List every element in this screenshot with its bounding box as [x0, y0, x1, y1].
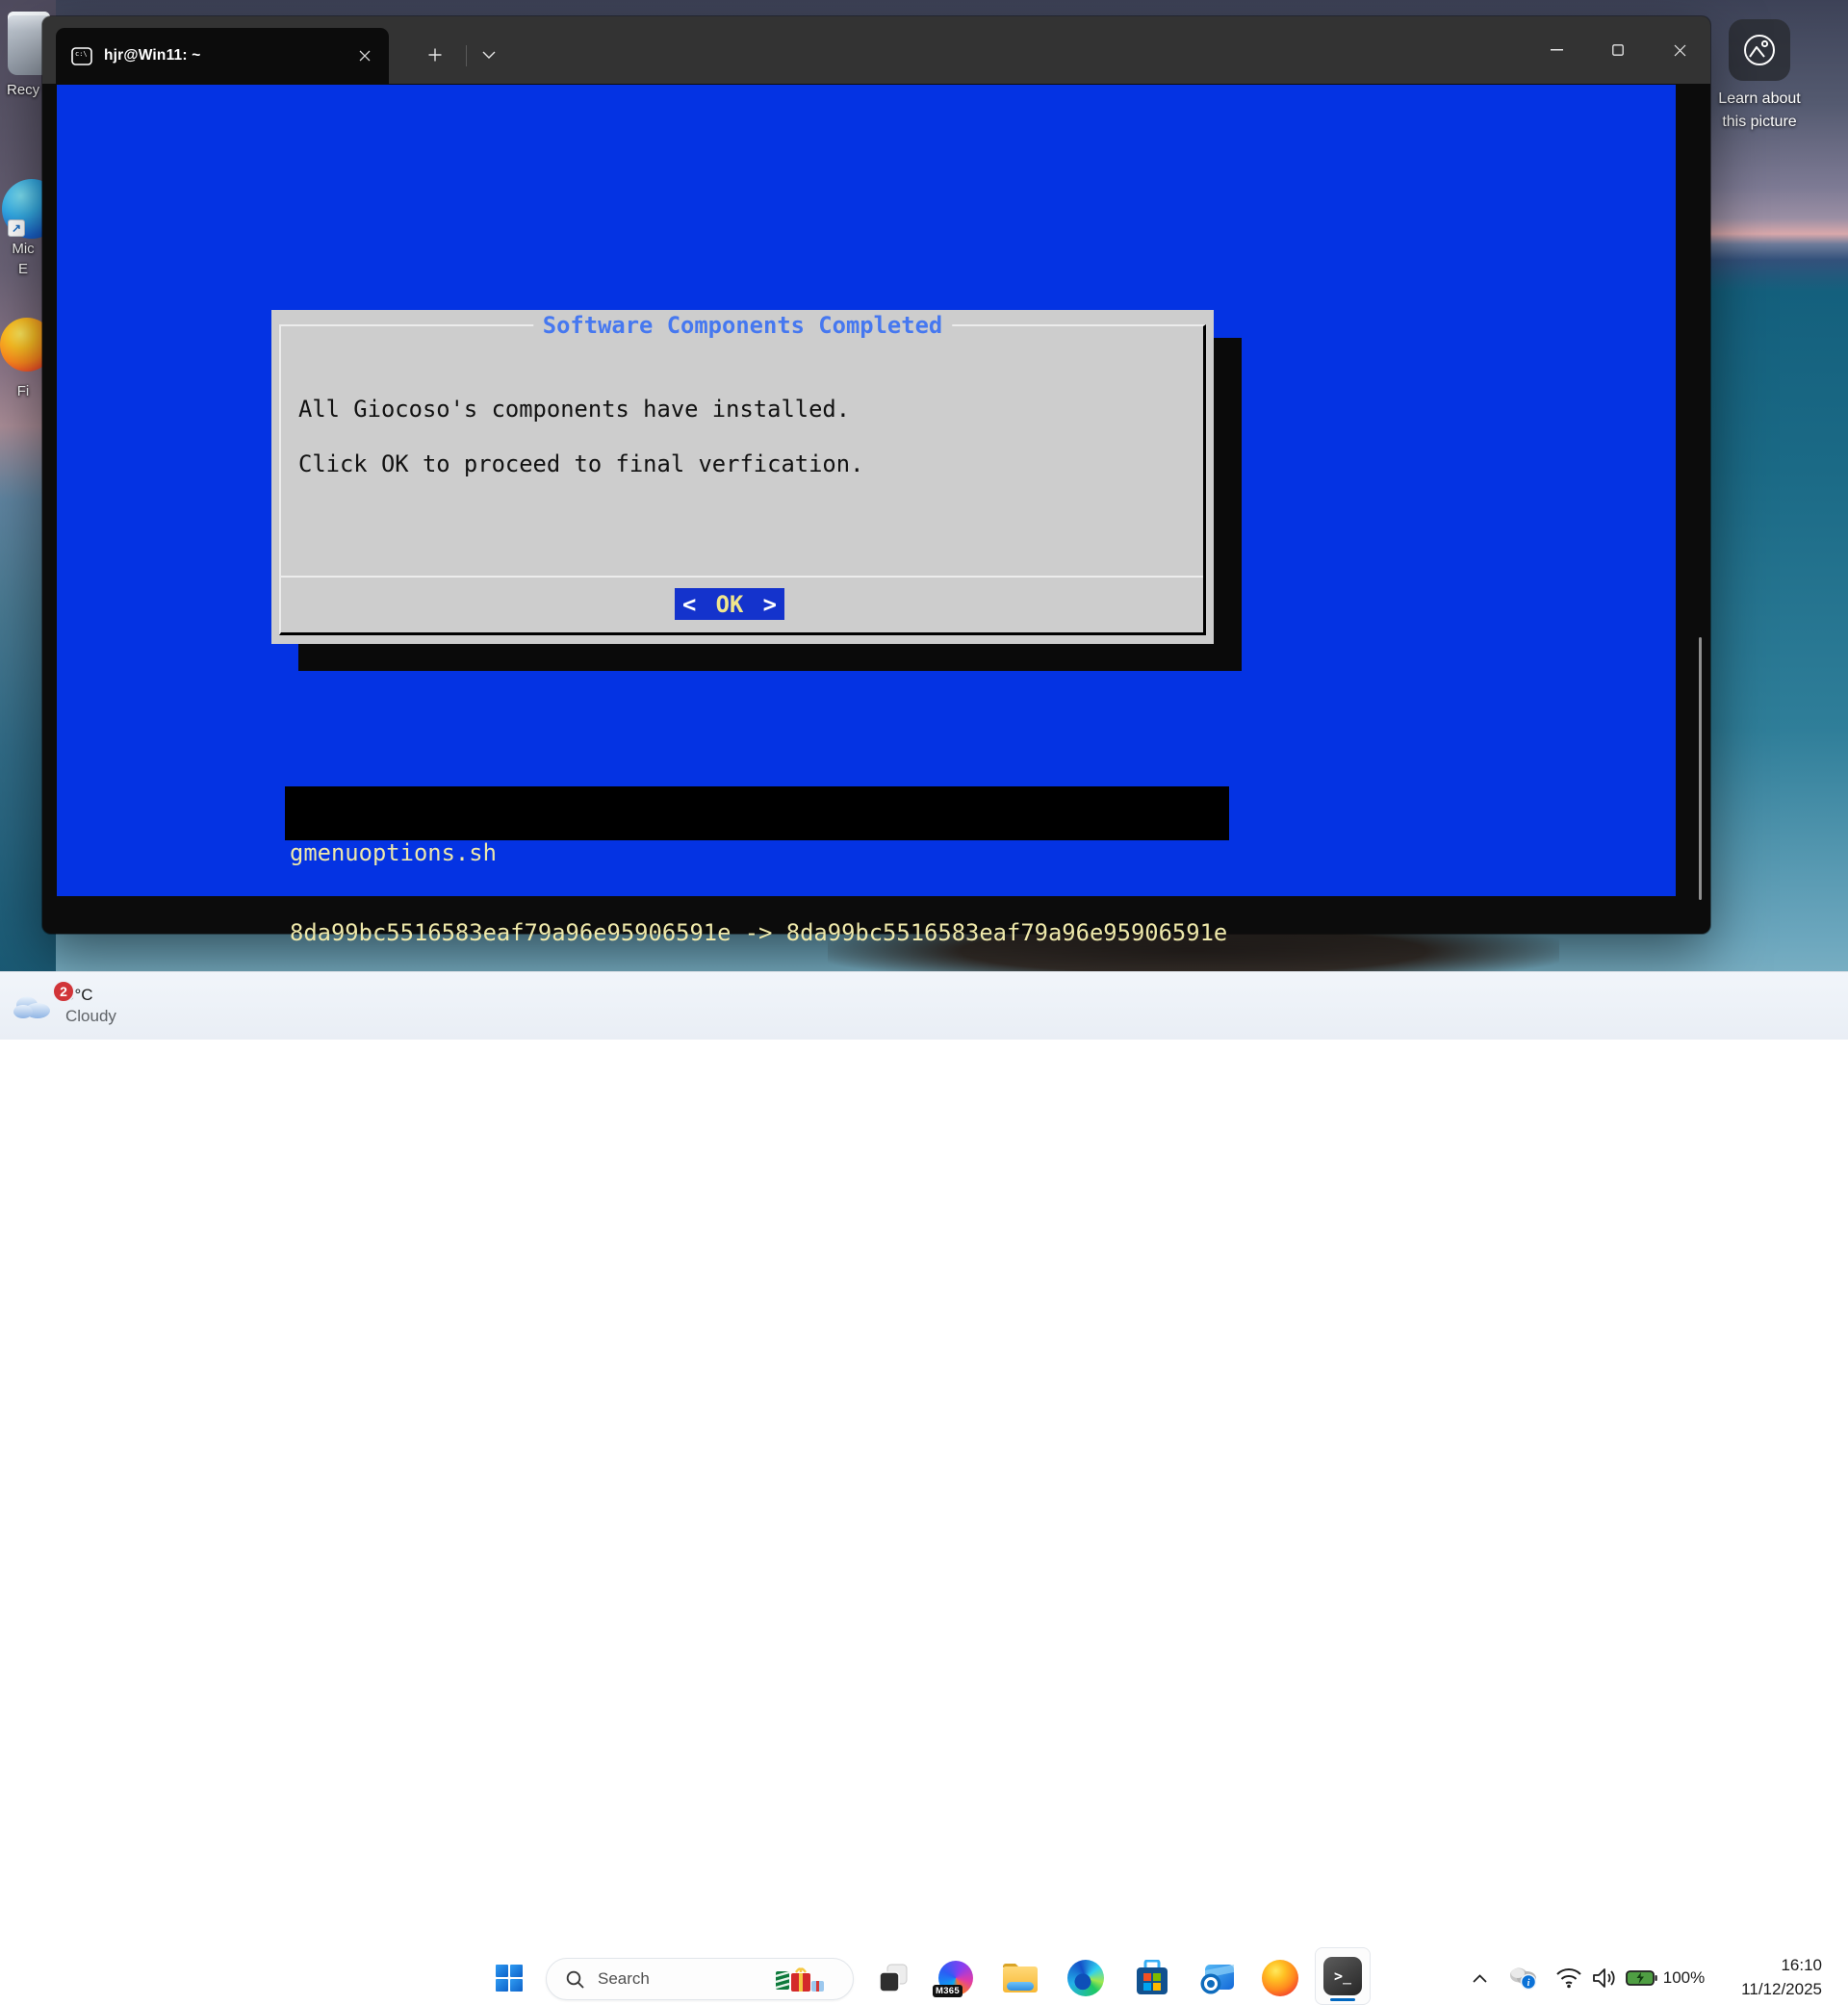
task-view-button[interactable] — [874, 1959, 912, 1997]
minimize-button[interactable] — [1526, 16, 1587, 84]
outlook-button[interactable] — [1198, 1959, 1237, 1997]
search-box[interactable] — [546, 1958, 854, 2000]
weather-condition: Cloudy — [65, 1006, 116, 1027]
learn-about-line1: Learn about — [1692, 90, 1827, 108]
search-icon — [566, 1970, 584, 1989]
onedrive-tray-button[interactable]: i — [1503, 1961, 1542, 1995]
tab-dropdown-button[interactable] — [472, 38, 506, 72]
dialog-title: Software Components Completed — [533, 313, 952, 338]
ok-button[interactable]: < OK > — [675, 588, 784, 620]
terminal-taskbar-button[interactable]: >_ — [1315, 1947, 1371, 2005]
minimize-icon — [1551, 49, 1563, 51]
ok-label: OK — [716, 591, 744, 618]
svg-text:i: i — [1527, 1978, 1530, 1989]
learn-about-line2: this picture — [1692, 114, 1827, 131]
svg-text:c:\: c:\ — [75, 50, 88, 58]
edge-label-line1: Mic — [4, 241, 42, 257]
whiptail-dialog: Software Components Completed All Giocos… — [271, 310, 1214, 644]
tray-overflow-button[interactable] — [1465, 1961, 1494, 1995]
volume-tray-button[interactable] — [1588, 1961, 1621, 1995]
maximize-button[interactable] — [1587, 16, 1649, 84]
battery-percentage: 100% — [1663, 1968, 1705, 1988]
task-view-icon — [879, 1964, 908, 1992]
edge-button[interactable] — [1066, 1959, 1105, 1997]
image-icon — [1742, 33, 1777, 67]
terminal-screen: Software Components Completed All Giocos… — [57, 85, 1676, 896]
maximize-icon — [1612, 44, 1624, 56]
copilot-m365-button[interactable]: M365 — [937, 1959, 975, 1997]
terminal-tab-bar: c:\ hjr@Win11: ~ — [42, 16, 1710, 84]
close-icon — [1674, 44, 1686, 57]
new-tab-button[interactable] — [418, 38, 452, 72]
terminal-tab[interactable]: c:\ hjr@Win11: ~ — [56, 28, 389, 84]
microsoft-store-icon — [1135, 1960, 1169, 1996]
firefox-button[interactable] — [1261, 1959, 1299, 1997]
window-caption-buttons — [1526, 16, 1710, 84]
wifi-icon — [1555, 1967, 1582, 1989]
shortcut-arrow-icon: ↗ — [8, 219, 25, 237]
notification-badge: 2 — [52, 980, 75, 1003]
log-line-1: gmenuoptions.sh — [290, 840, 1229, 867]
clock-widget[interactable]: 16:10 11/12/2025 — [1741, 1953, 1822, 2001]
outlook-icon — [1199, 1961, 1236, 1995]
tab-bar-divider — [466, 45, 467, 66]
tab-title: hjr@Win11: ~ — [104, 47, 341, 64]
wifi-tray-button[interactable] — [1552, 1961, 1586, 1995]
terminal-window: c:\ hjr@Win11: ~ — [42, 16, 1710, 934]
plus-icon — [428, 48, 442, 62]
taskbar: 2 9°C Cloudy — [0, 971, 1848, 1040]
log-line-2: 8da99bc5516583eaf79a96e95906591e -> 8da9… — [290, 920, 1229, 947]
start-button[interactable] — [490, 1959, 528, 1997]
cmd-icon: c:\ — [71, 47, 92, 65]
file-explorer-icon — [1002, 1963, 1039, 1993]
recycle-bin-label: Recy — [7, 82, 39, 98]
tab-close-button[interactable] — [352, 43, 377, 68]
weather-widget[interactable]: 2 9°C Cloudy — [12, 978, 175, 1034]
windows-logo-icon — [496, 1965, 523, 1992]
picture-info-button[interactable] — [1729, 19, 1790, 81]
onedrive-cloud-icon: i — [1506, 1966, 1539, 1991]
dialog-button-separator — [281, 576, 1203, 578]
microsoft-store-button[interactable] — [1133, 1959, 1171, 1997]
battery-icon — [1626, 1969, 1657, 1987]
speaker-icon — [1592, 1967, 1617, 1989]
chevron-down-icon — [482, 51, 496, 59]
dialog-message-line2: Click OK to proceed to final verfication… — [298, 451, 863, 476]
close-icon — [359, 50, 371, 62]
clock-time: 16:10 — [1741, 1953, 1822, 1977]
firefox-icon — [1262, 1960, 1298, 1996]
holiday-gifts-icon — [775, 1964, 825, 1994]
close-window-button[interactable] — [1649, 16, 1710, 84]
clock-date: 11/12/2025 — [1741, 1977, 1822, 2001]
active-app-indicator — [1330, 1998, 1355, 2001]
battery-tray-button[interactable]: 100% — [1625, 1961, 1706, 1995]
firefox-label: Fi — [4, 383, 42, 399]
edge-label-line2: E — [4, 261, 42, 277]
cloud-weather-icon — [12, 991, 52, 1020]
dialog-message-line1: All Giocoso's components have installed. — [298, 397, 850, 422]
terminal-log-output: gmenuoptions.sh 8da99bc5516583eaf79a96e9… — [285, 786, 1229, 840]
terminal-icon: >_ — [1323, 1957, 1362, 1995]
terminal-scrollbar-thumb[interactable] — [1699, 637, 1702, 900]
copilot-icon: M365 — [938, 1961, 973, 1995]
ok-left-bracket: < — [682, 591, 696, 618]
search-input[interactable] — [598, 1969, 761, 1989]
ok-right-bracket: > — [763, 591, 777, 618]
chevron-up-icon — [1473, 1974, 1487, 1983]
file-explorer-button[interactable] — [1001, 1959, 1040, 1997]
edge-icon — [1067, 1960, 1104, 1996]
m365-badge: M365 — [933, 1985, 962, 1997]
